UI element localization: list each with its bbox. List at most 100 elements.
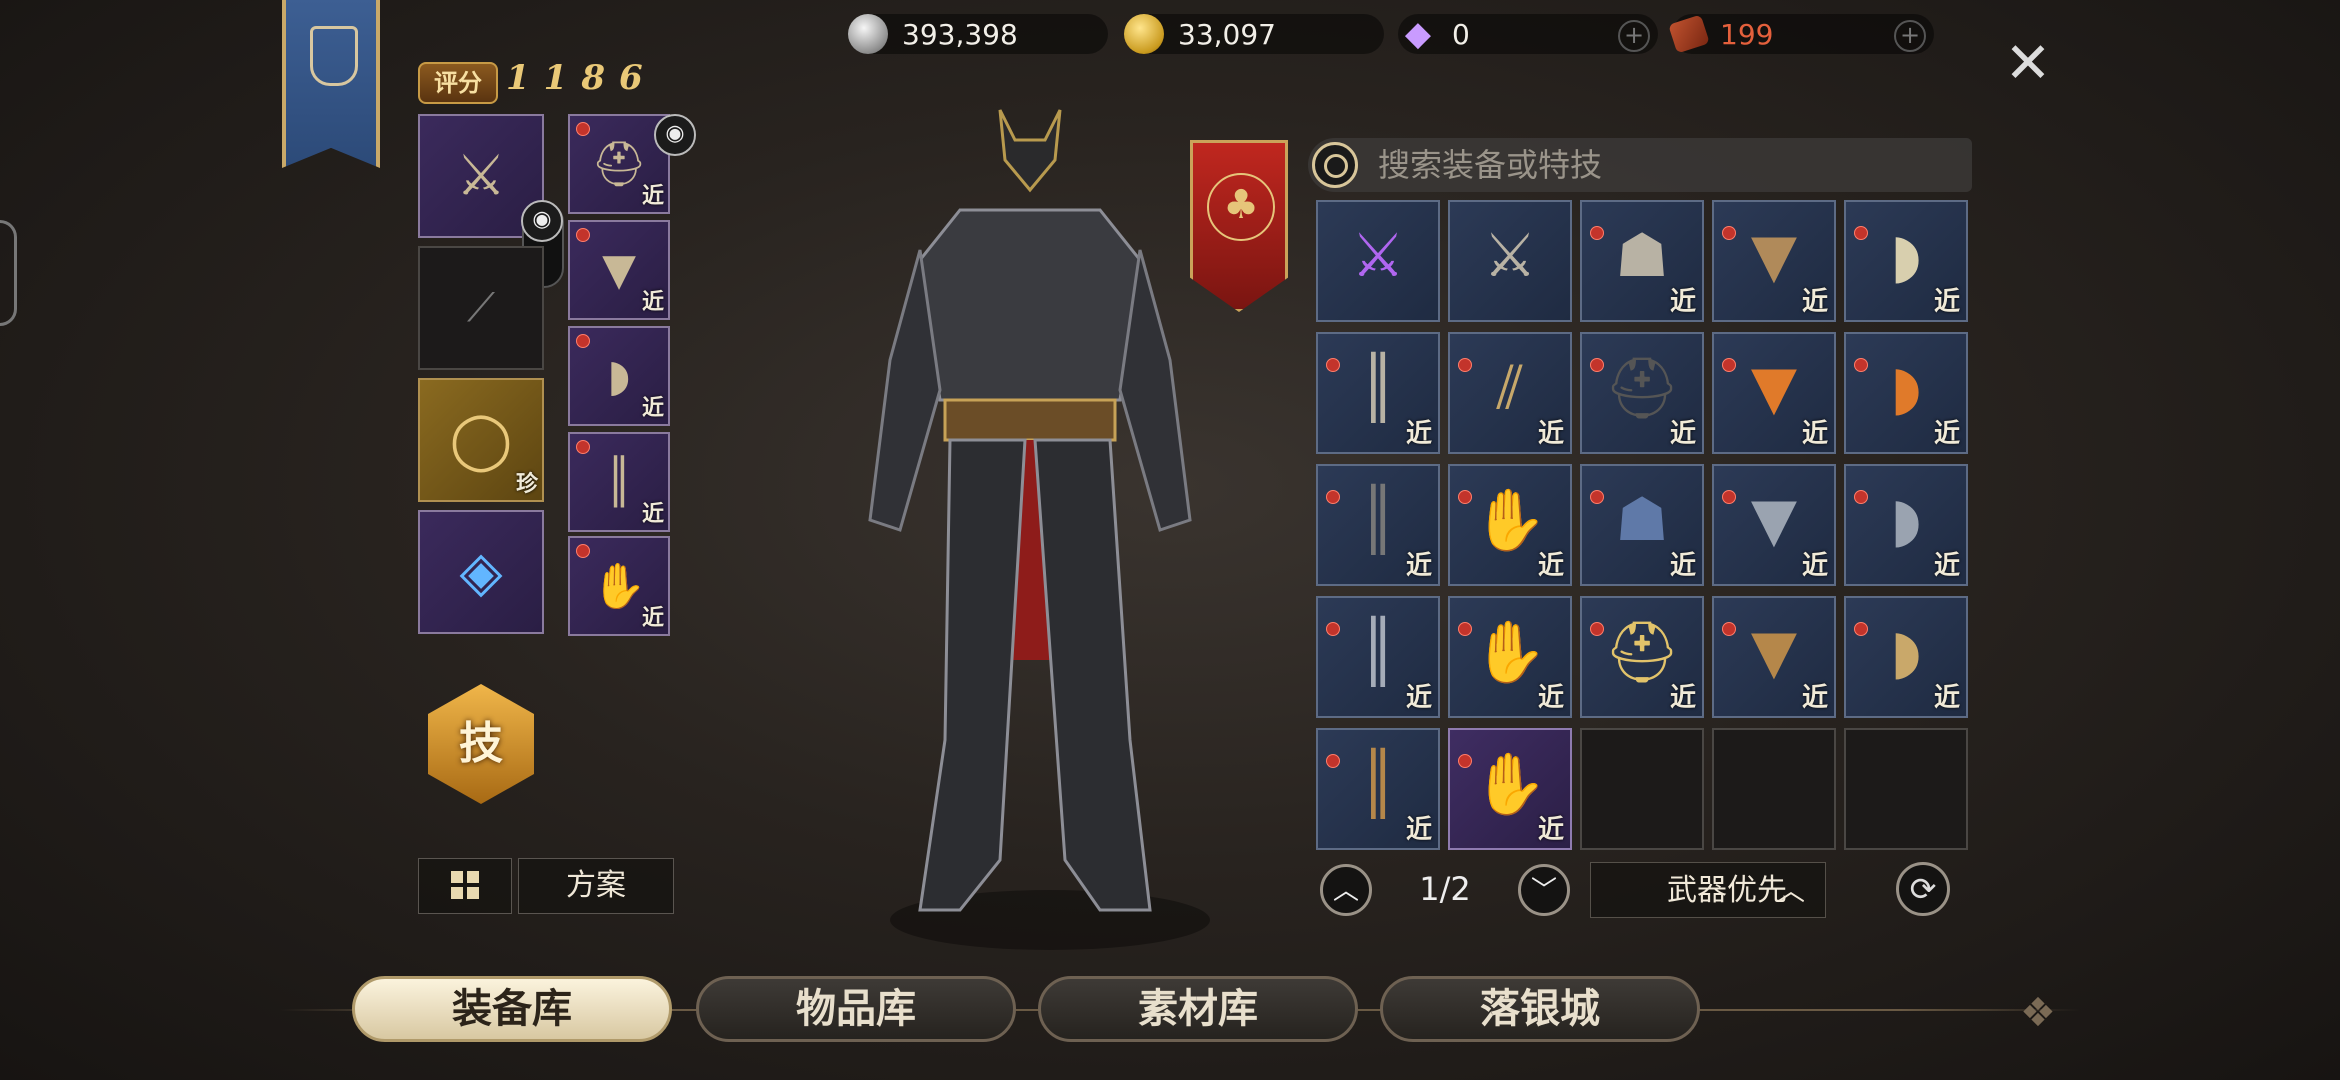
character-model (868, 109, 1210, 950)
add-gem-button[interactable]: + (1618, 20, 1650, 52)
alert-dot (576, 228, 590, 242)
gold-amount: 33,097 (1178, 17, 1276, 51)
legs-slot[interactable]: ║ 近 (568, 432, 670, 532)
dagger-icon: ⟋ (467, 285, 495, 331)
greaves-icon: ║ (605, 456, 633, 508)
inventory-item[interactable]: ◗ 近 (1844, 596, 1968, 718)
steel-boots-icon: ║ (1359, 617, 1397, 688)
sort-dropdown[interactable]: 武器优先 ︿ (1590, 862, 1826, 918)
gold-currency: 33,097 (1124, 14, 1384, 54)
melee-tag: 近 (1537, 419, 1564, 449)
bracer-icon: ⫽ (1496, 353, 1524, 424)
inventory-item[interactable]: ║ 近 (1316, 728, 1440, 850)
hood-icon: ☗ (1615, 221, 1669, 292)
tree-crest-icon: ♣ (1207, 173, 1275, 241)
page-down-button[interactable]: ﹀ (1518, 864, 1570, 916)
plan-button[interactable]: 方案 (518, 858, 674, 914)
alert-dot (1722, 622, 1736, 636)
shield-crest-icon (310, 26, 358, 86)
melee-tag: 近 (1537, 551, 1564, 581)
eye-icon[interactable]: ◉ (654, 114, 696, 156)
empty-inventory-slot[interactable] (1580, 728, 1704, 850)
melee-tag: 近 (1537, 815, 1564, 845)
inventory-item[interactable]: ☗ 近 (1580, 464, 1704, 586)
search-icon[interactable] (1312, 142, 1358, 188)
eye-icon[interactable]: ◉ (521, 200, 563, 242)
tab-materials[interactable]: 素材库 (1038, 976, 1358, 1042)
inventory-item[interactable]: ⚔ (1316, 200, 1440, 322)
inventory-item[interactable]: ◗ 近 (1844, 332, 1968, 454)
empty-inventory-slot[interactable] (1844, 728, 1968, 850)
melee-tag: 近 (641, 606, 664, 631)
add-ticket-button[interactable]: + (1894, 20, 1926, 52)
tab-items[interactable]: 物品库 (696, 976, 1016, 1042)
close-button[interactable]: ✕ (2002, 36, 2054, 92)
inventory-item[interactable]: ⚔ (1448, 200, 1572, 322)
hands-slot[interactable]: ✋ 近 (568, 536, 670, 636)
alert-dot (1326, 490, 1340, 504)
inventory-item[interactable]: ║ 近 (1316, 332, 1440, 454)
melee-tag: 近 (1405, 683, 1432, 713)
inventory-item[interactable]: ◗ 近 (1844, 200, 1968, 322)
tab-silverfall[interactable]: 落银城 (1380, 976, 1700, 1042)
inventory-item[interactable]: ⛑ 近 (1580, 332, 1704, 454)
inventory-item[interactable]: ▼ 近 (1712, 332, 1836, 454)
melee-tag: 近 (1933, 683, 1960, 713)
melee-tag: 近 (1669, 551, 1696, 581)
chest-slot[interactable]: ▼ 近 (568, 220, 670, 320)
inventory-item[interactable]: ✋ 近 (1448, 464, 1572, 586)
ring-slot[interactable]: ◯ 珍 (418, 378, 544, 502)
alert-dot (1590, 226, 1604, 240)
inventory-item[interactable]: ▼ 近 (1712, 596, 1836, 718)
search-input[interactable]: 搜索装备或特技 (1308, 138, 1972, 192)
crossed-blades-icon: ⚔ (455, 143, 507, 209)
shoulder-slot[interactable]: ◗ 近 (568, 326, 670, 426)
inventory-item[interactable]: ✋ 近 (1448, 596, 1572, 718)
amulet-slot[interactable]: ◈ (418, 510, 544, 634)
inventory-grid: ⚔ ⚔ ☗ 近 ▼ 近 ◗ 近 ║ 近 ⫽ 近 ⛑ 近 ▼ 近 ◗ 近 ║ 近 ✋ 近 ☗ 近 ▼ 近 … (1316, 200, 1976, 860)
silver-coin-icon (848, 14, 888, 54)
page-up-button[interactable]: ︿ (1320, 864, 1372, 916)
crossed-swords-purple-icon: ⚔ (1351, 221, 1405, 292)
blue-hood-icon: ☗ (1615, 485, 1669, 556)
offhand-slot[interactable]: ⟋ (418, 246, 544, 370)
skill-button[interactable]: 技 (428, 684, 534, 804)
silver-amount: 393,398 (902, 17, 1018, 51)
gold-coin-icon (1124, 14, 1164, 54)
boots-icon: ║ (1359, 353, 1397, 424)
refresh-button[interactable]: ⟳ (1896, 862, 1950, 916)
score-value: 1186 (506, 58, 657, 98)
side-drawer-handle[interactable] (0, 220, 17, 326)
melee-tag: 近 (1405, 815, 1432, 845)
inventory-item[interactable]: ║ 近 (1316, 464, 1440, 586)
alert-dot (1326, 358, 1340, 372)
guild-emblem: ♣ (1190, 140, 1288, 312)
inventory-item[interactable]: ║ 近 (1316, 596, 1440, 718)
inventory-item[interactable]: ✋ 近 (1448, 728, 1572, 850)
steel-pauldron-icon: ◗ (1890, 485, 1922, 556)
alert-dot (1458, 358, 1472, 372)
inventory-item[interactable]: ▼ 近 (1712, 200, 1836, 322)
amulet-icon: ◈ (459, 539, 503, 605)
inventory-item[interactable]: ▼ 近 (1712, 464, 1836, 586)
score-label: 评分 (418, 62, 498, 104)
inventory-item[interactable]: ⛑ 近 (1580, 596, 1704, 718)
melee-tag: 近 (1933, 551, 1960, 581)
melee-tag: 近 (1801, 419, 1828, 449)
inventory-item[interactable]: ☗ 近 (1580, 200, 1704, 322)
melee-tag: 近 (1669, 683, 1696, 713)
empty-inventory-slot[interactable] (1712, 728, 1836, 850)
grid-view-button[interactable] (418, 858, 512, 914)
alert-dot (1722, 490, 1736, 504)
dark-boots-icon: ║ (1359, 485, 1397, 556)
tab-equipment[interactable]: 装备库 (352, 976, 672, 1042)
alert-dot (576, 440, 590, 454)
alert-dot (1458, 622, 1472, 636)
melee-tag: 近 (1405, 551, 1432, 581)
alert-dot (1458, 490, 1472, 504)
inventory-item[interactable]: ◗ 近 (1844, 464, 1968, 586)
skill-button-label: 技 (459, 718, 503, 769)
gold-helm-icon: ⛑ (1603, 617, 1681, 688)
ticket-icon (1668, 14, 1710, 54)
inventory-item[interactable]: ⫽ 近 (1448, 332, 1572, 454)
